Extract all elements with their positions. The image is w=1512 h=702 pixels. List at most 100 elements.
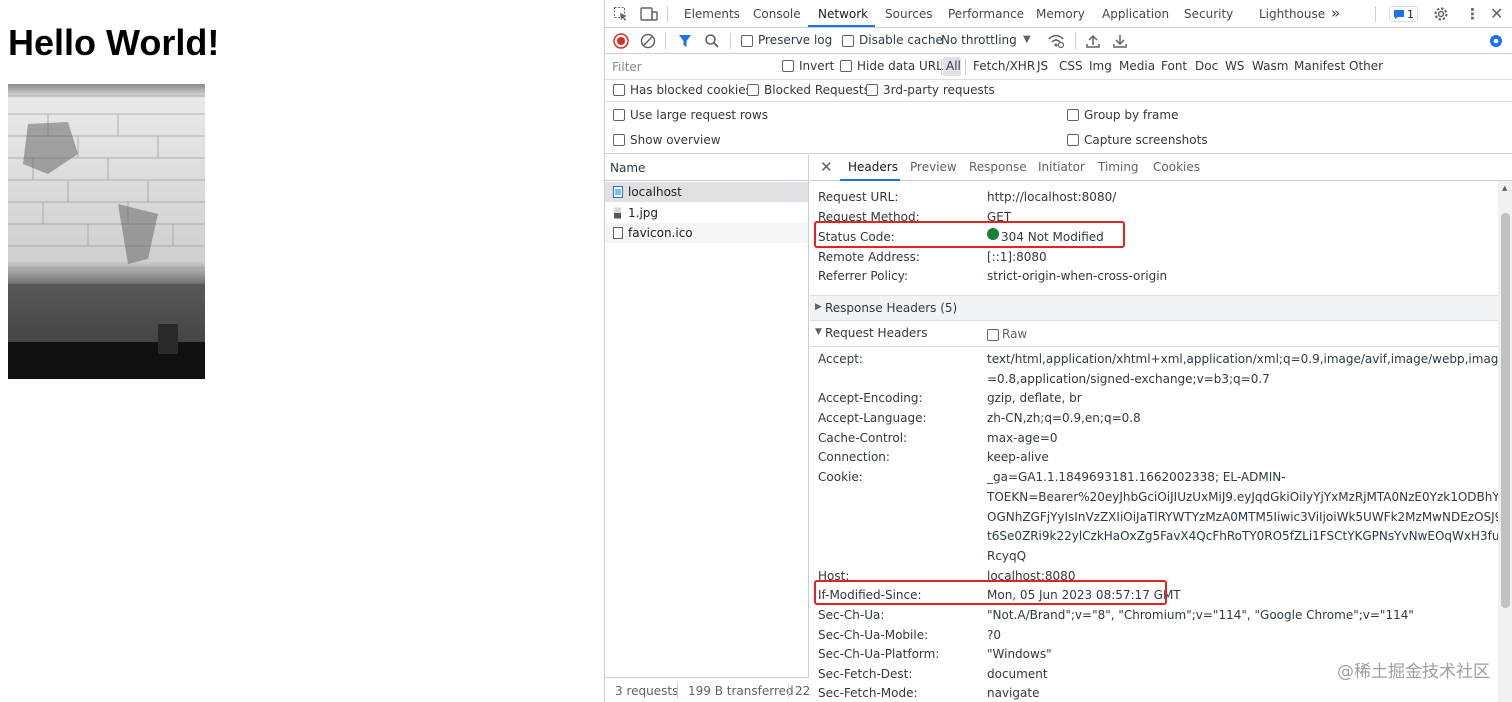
- request-row-localhost[interactable]: localhost: [605, 182, 808, 202]
- header-key: Connection:: [818, 450, 890, 464]
- filter-icon[interactable]: [677, 33, 693, 52]
- page-heading: Hello World!: [8, 22, 220, 63]
- type-filter-fetch[interactable]: Fetch/XHR: [973, 59, 1035, 73]
- type-filter-js[interactable]: JS: [1037, 59, 1048, 73]
- type-filter-media[interactable]: Media: [1119, 59, 1155, 73]
- import-har-icon[interactable]: [1085, 33, 1101, 52]
- devtools-tabbar: Elements Console Network Sources Perform…: [605, 0, 1512, 28]
- blocked-cookies-checkbox[interactable]: [613, 84, 625, 96]
- type-filter-img[interactable]: Img: [1089, 59, 1112, 73]
- tab-memory[interactable]: Memory: [1036, 7, 1085, 21]
- tab-headers[interactable]: Headers: [848, 160, 898, 174]
- tab-initiator[interactable]: Initiator: [1038, 160, 1085, 174]
- name-column-header[interactable]: Name: [610, 161, 645, 175]
- tab-preview[interactable]: Preview: [910, 160, 957, 174]
- tab-performance[interactable]: Performance: [948, 7, 1024, 21]
- record-icon[interactable]: [613, 33, 629, 52]
- scroll-up-icon[interactable]: ▲: [1502, 184, 1507, 192]
- header-value: RcyqQ: [987, 549, 1027, 563]
- device-toggle-icon[interactable]: [640, 6, 658, 25]
- network-settings-gear-icon[interactable]: [1488, 33, 1504, 52]
- transferred-size: 199 B transferred: [688, 684, 794, 698]
- show-overview-checkbox[interactable]: [613, 134, 625, 146]
- disable-cache-checkbox[interactable]: [842, 35, 854, 47]
- request-row-favicon[interactable]: favicon.ico: [605, 223, 808, 243]
- tab-cookies[interactable]: Cookies: [1153, 160, 1200, 174]
- header-value: gzip, deflate, br: [987, 391, 1082, 405]
- chevron-down-icon[interactable]: ▼: [1023, 34, 1031, 45]
- preserve-log-checkbox[interactable]: [741, 35, 753, 47]
- tab-lighthouse[interactable]: Lighthouse: [1259, 7, 1325, 21]
- export-har-icon[interactable]: [1112, 33, 1128, 52]
- network-settings: Use large request rows Group by frame Sh…: [605, 102, 1512, 154]
- raw-checkbox[interactable]: [987, 329, 999, 341]
- header-key: Cookie:: [818, 470, 863, 484]
- tab-network[interactable]: Network: [818, 7, 868, 21]
- group-by-frame-checkbox[interactable]: [1067, 109, 1079, 121]
- invert-label: Invert: [799, 59, 835, 73]
- filter-input[interactable]: Filter: [607, 57, 767, 76]
- type-filter-manifest[interactable]: Manifest: [1294, 59, 1345, 73]
- if-modified-since-highlight: [814, 580, 1167, 605]
- filter-divider: [941, 59, 942, 75]
- request-name: localhost: [628, 185, 682, 199]
- network-status-bar: 3 requests 199 B transferred 22: [605, 677, 809, 702]
- tab-elements[interactable]: Elements: [684, 7, 740, 21]
- tab-response[interactable]: Response: [969, 160, 1027, 174]
- type-filter-css[interactable]: CSS: [1059, 59, 1083, 73]
- toolbar-divider: [665, 33, 666, 49]
- type-filter-other[interactable]: Other: [1349, 59, 1383, 73]
- response-headers-section[interactable]: ▶ Response Headers (5): [810, 295, 1498, 321]
- hide-data-urls-label: Hide data URLs: [857, 59, 950, 73]
- watermark: @稀土掘金技术社区: [1337, 662, 1490, 682]
- request-headers-title: Request Headers: [825, 326, 928, 340]
- header-value: TOEKN=Bearer%20eyJhbGciOiJIUzUxMiJ9.eyJq…: [987, 490, 1512, 504]
- more-tabs-icon[interactable]: »: [1331, 4, 1340, 22]
- request-headers-section[interactable]: ▼ Request Headers Raw: [810, 321, 1498, 347]
- devtools-panel: Elements Console Network Sources Perform…: [604, 0, 1512, 702]
- request-count: 3 requests: [615, 684, 679, 698]
- tab-console[interactable]: Console: [753, 7, 801, 21]
- request-list: Name localhost 1.jpg favicon.ico 3 reque…: [605, 155, 809, 702]
- tab-security[interactable]: Security: [1184, 7, 1233, 21]
- settings-gear-icon[interactable]: [1433, 6, 1449, 25]
- issues-count: 1: [1407, 8, 1414, 21]
- scrollbar-thumb[interactable]: [1501, 213, 1510, 608]
- filter-bar-secondary: Has blocked cookies Blocked Requests 3rd…: [605, 80, 1512, 102]
- more-options-icon[interactable]: ⋮: [1465, 5, 1480, 23]
- hide-data-urls-checkbox[interactable]: [840, 60, 852, 72]
- network-conditions-icon[interactable]: [1047, 33, 1065, 52]
- request-name: favicon.ico: [628, 226, 693, 240]
- blocked-requests-checkbox[interactable]: [747, 84, 759, 96]
- type-filter-ws[interactable]: WS: [1225, 59, 1244, 73]
- header-key: Sec-Ch-Ua:: [818, 608, 885, 622]
- type-filter-wasm[interactable]: Wasm: [1252, 59, 1288, 73]
- invert-checkbox[interactable]: [782, 60, 794, 72]
- tabbar-divider: [667, 6, 668, 22]
- response-headers-title: Response Headers (5): [825, 301, 958, 315]
- tab-sources[interactable]: Sources: [885, 7, 932, 21]
- status-divider: [677, 683, 678, 698]
- large-rows-checkbox[interactable]: [613, 109, 625, 121]
- search-icon[interactable]: [704, 33, 720, 52]
- third-party-checkbox[interactable]: [866, 84, 878, 96]
- type-filter-font[interactable]: Font: [1161, 59, 1187, 73]
- type-filter-all[interactable]: All: [946, 59, 961, 73]
- details-scrollbar[interactable]: ▲: [1498, 181, 1512, 702]
- header-key: Sec-Ch-Ua-Platform:: [818, 647, 940, 661]
- throttling-select[interactable]: No throttling: [941, 33, 1017, 47]
- general-value: strict-origin-when-cross-origin: [987, 269, 1168, 283]
- toolbar-divider: [1075, 33, 1076, 49]
- inspect-element-icon[interactable]: [613, 6, 629, 25]
- request-row-1jpg[interactable]: 1.jpg: [605, 203, 808, 223]
- tab-application[interactable]: Application: [1102, 7, 1169, 21]
- clear-icon[interactable]: [640, 33, 656, 52]
- capture-screenshots-checkbox[interactable]: [1067, 134, 1079, 146]
- tab-timing[interactable]: Timing: [1098, 160, 1139, 174]
- close-devtools-icon[interactable]: ✕: [1490, 4, 1503, 23]
- issues-badge[interactable]: 1: [1389, 6, 1418, 22]
- close-details-icon[interactable]: ✕: [820, 158, 833, 176]
- request-details: ✕ Headers Preview Response Initiator Tim…: [810, 155, 1512, 702]
- tabbar-divider-right: [1375, 6, 1376, 22]
- type-filter-doc[interactable]: Doc: [1195, 59, 1218, 73]
